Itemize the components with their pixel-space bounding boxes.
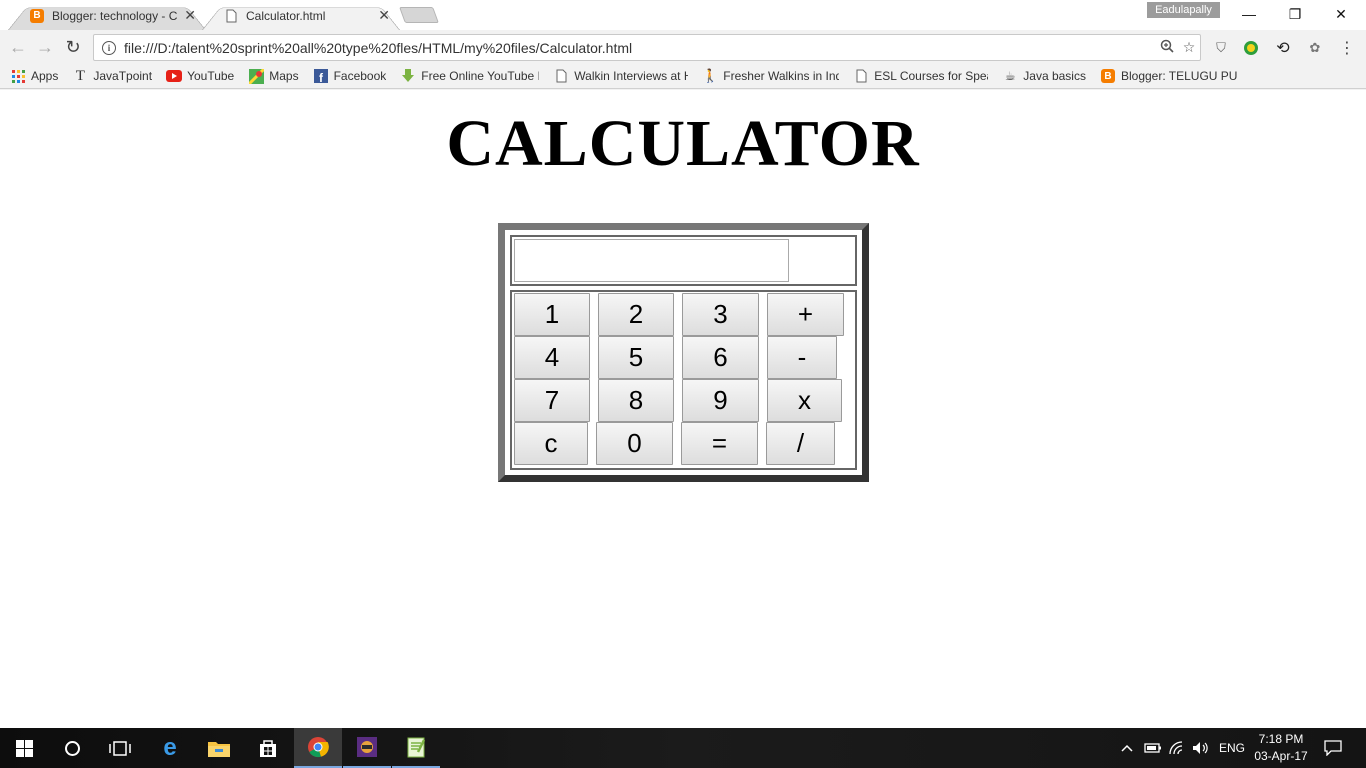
calculator-display[interactable] [514,239,789,282]
reload-icon[interactable]: ↻ [61,35,85,59]
clock-time: 7:18 PM [1258,732,1304,746]
language-indicator[interactable]: ENG [1219,728,1245,768]
key-8[interactable]: 8 [598,379,674,422]
bookmark-blogger-telugu[interactable]: B Blogger: TELUGU PUR [1100,69,1237,83]
volume-icon[interactable] [1192,728,1210,768]
bookmarks-bar: Apps T JavaTpoint YouTube Maps f Faceboo… [0,64,1366,89]
close-icon[interactable]: ✕ [184,7,196,24]
java-icon: ☕ [1004,69,1016,83]
bookmark-youtube-downloader[interactable]: Free Online YouTube D [400,69,539,83]
tab-title: Calculator.html [246,8,326,23]
browser-chrome: B Blogger: technology - Cr ✕ Calculator.… [0,0,1366,90]
key-equals[interactable]: = [681,422,758,465]
key-9[interactable]: 9 [682,379,759,422]
close-icon[interactable]: ✕ [378,7,390,24]
info-icon[interactable]: i [102,40,116,55]
system-clock[interactable]: 7:18 PM 03-Apr-17 [1248,731,1314,765]
new-tab-button[interactable] [399,7,439,23]
download-icon [400,69,416,83]
walker-icon: 🚶 [702,68,719,83]
bookmark-java-basics[interactable]: ☕ Java basics [1002,69,1086,83]
windows-taskbar: e ENG 7:18 PM 03-Apr-17 [0,728,1366,768]
key-7[interactable]: 7 [514,379,590,422]
key-minus[interactable]: - [767,336,837,379]
key-6[interactable]: 6 [682,336,759,379]
bookmark-fresher-walkins[interactable]: 🚶 Fresher Walkins in Indi [702,68,839,83]
bookmark-walkin-interviews[interactable]: Walkin Interviews at H [553,69,688,83]
zoom-icon[interactable] [1156,39,1178,56]
bookmark-maps[interactable]: Maps [248,68,299,84]
page-icon [553,69,569,83]
bookmark-facebook[interactable]: f Facebook [313,69,386,83]
forward-icon[interactable]: → [33,35,57,59]
youtube-icon [166,69,183,83]
key-4[interactable]: 4 [514,336,590,379]
file-explorer-icon[interactable] [195,728,243,768]
page-content: CALCULATOR 1 2 3 + 4 5 6 - 7 8 9 x c 0 =… [0,90,1366,728]
minimize-icon[interactable]: — [1226,0,1272,28]
tab-calculator[interactable]: Calculator.html ✕ [202,1,400,30]
key-clear[interactable]: c [514,422,588,465]
notepad-plus-icon[interactable] [392,728,440,768]
app-icon[interactable] [343,728,391,768]
bookmark-esl-courses[interactable]: ESL Courses for Speak [853,69,988,83]
back-icon[interactable]: ← [6,35,30,59]
key-1[interactable]: 1 [514,293,590,336]
key-plus[interactable]: + [767,293,844,336]
tab-title: Blogger: technology - Cr [52,8,179,23]
calculator-table: 1 2 3 + 4 5 6 - 7 8 9 x c 0 = / [498,223,869,482]
battery-icon[interactable] [1144,728,1162,768]
key-multiply[interactable]: x [767,379,842,422]
address-bar[interactable]: i file:///D:/talent%20sprint%20all%20typ… [93,34,1201,61]
keypad: 1 2 3 + 4 5 6 - 7 8 9 x c 0 = / [510,290,857,470]
edge-browser-icon[interactable]: e [146,728,194,768]
facebook-icon: f [313,69,329,83]
bookmark-star-icon[interactable]: ☆ [1178,39,1200,56]
puzzle-icon[interactable]: ✿ [1305,38,1325,58]
profile-badge[interactable]: Eadulapally [1147,2,1220,18]
key-2[interactable]: 2 [598,293,674,336]
page-icon [224,9,238,23]
page-icon [853,69,869,83]
close-window-icon[interactable]: ✕ [1318,0,1364,28]
bookmark-javatpoint[interactable]: T JavaTpoint [72,67,152,84]
extension-icon[interactable] [1241,38,1261,58]
key-divide[interactable]: / [766,422,835,465]
maps-icon [248,68,264,84]
blogger-icon: B [30,8,44,23]
javatpoint-icon: T [75,67,85,84]
blogger-icon: B [1100,69,1116,83]
task-view-icon[interactable] [96,728,144,768]
bookmark-youtube[interactable]: YouTube [166,69,234,83]
url-text[interactable]: file:///D:/talent%20sprint%20all%20type%… [124,40,1156,56]
wifi-icon[interactable] [1168,728,1186,768]
menu-icon[interactable]: ⋮ [1337,38,1357,58]
key-0[interactable]: 0 [596,422,673,465]
browser-toolbar: ← → ↻ i file:///D:/talent%20sprint%20all… [0,30,1366,64]
key-5[interactable]: 5 [598,336,674,379]
sync-icon[interactable]: ⟲ [1273,38,1293,58]
notifications-icon[interactable] [1324,728,1342,768]
bookmark-apps[interactable]: Apps [10,69,58,83]
start-windows-icon[interactable] [0,728,48,768]
shield-icon[interactable]: ⛉ [1211,38,1231,58]
search-circle-icon[interactable] [48,728,96,768]
display-cell [510,235,857,286]
clock-date: 03-Apr-17 [1254,749,1308,763]
chrome-icon[interactable] [294,728,342,768]
key-3[interactable]: 3 [682,293,759,336]
restore-icon[interactable]: ❐ [1272,0,1318,28]
show-hidden-icons-icon[interactable] [1120,728,1134,768]
tab-blogger[interactable]: B Blogger: technology - Cr ✕ [8,1,206,30]
store-icon[interactable] [244,728,292,768]
page-title: CALCULATOR [446,107,920,180]
apps-grid-icon [10,69,26,83]
tab-strip: B Blogger: technology - Cr ✕ Calculator.… [0,0,1366,30]
